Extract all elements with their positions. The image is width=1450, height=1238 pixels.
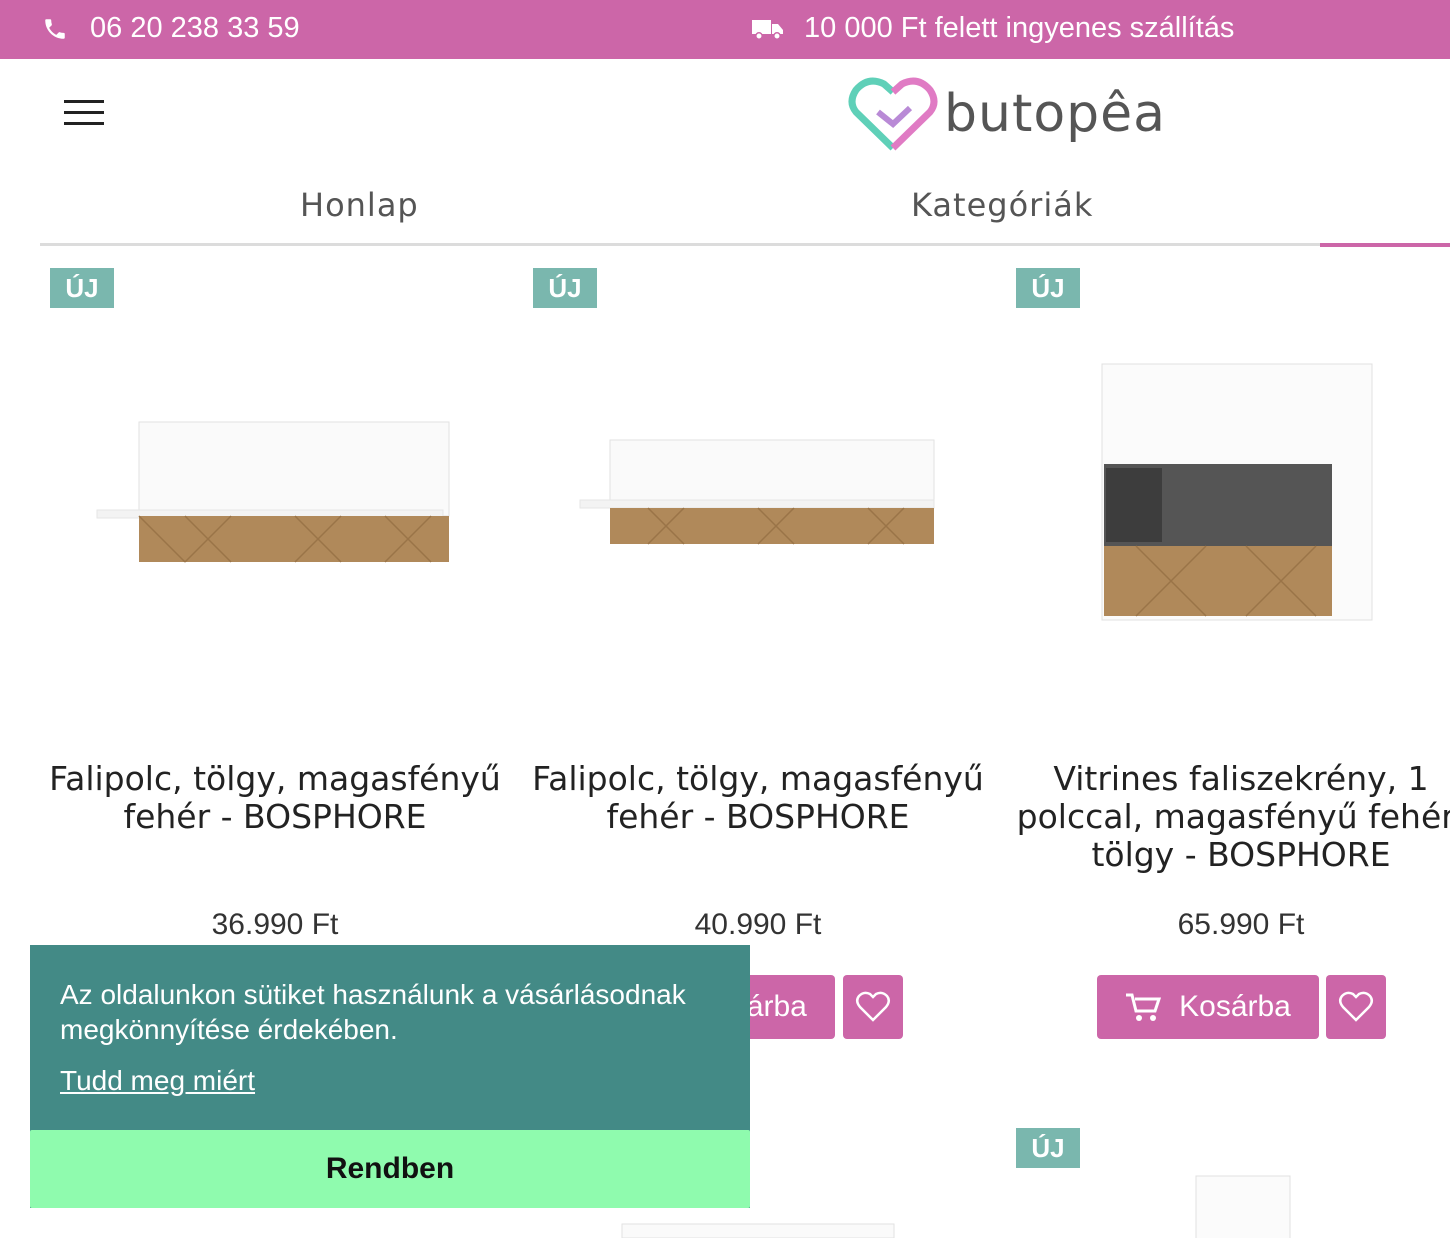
truck-icon	[752, 19, 783, 40]
tab-categories[interactable]: Kategóriák	[911, 186, 1093, 224]
tab-divider	[40, 243, 1450, 246]
tab-active-indicator	[1320, 243, 1450, 247]
product-price: 40.990 Ft	[694, 908, 822, 941]
product-price: 65.990 Ft	[1177, 908, 1305, 941]
product-card: ÚJ Falipolc, tölgy, magasfényű fehér - B…	[523, 268, 993, 1048]
new-badge: ÚJ	[50, 268, 114, 308]
hamburger-line	[64, 122, 104, 125]
product-image[interactable]	[1194, 1174, 1294, 1238]
tab-home[interactable]: Honlap	[300, 186, 419, 224]
logo[interactable]: butopêa	[848, 74, 1166, 154]
add-to-cart-button[interactable]: Kosárba	[1097, 975, 1319, 1039]
logo-text: butopêa	[944, 84, 1167, 144]
wishlist-button[interactable]	[1326, 975, 1386, 1039]
shipping-info: 10 000 Ft felett ingyenes szállítás	[752, 12, 1234, 45]
product-image[interactable]	[95, 418, 455, 578]
shipping-text: 10 000 Ft felett ingyenes szállítás	[804, 12, 1235, 44]
phone-contact[interactable]: 06 20 238 33 59	[42, 12, 300, 45]
phone-icon	[45, 18, 65, 39]
hamburger-line	[64, 111, 104, 114]
product-price: 36.990 Ft	[211, 908, 339, 941]
cookie-learn-more-link[interactable]: Tudd meg miért	[60, 1065, 255, 1097]
cookie-message: Az oldalunkon sütiket használunk a vásár…	[60, 979, 686, 1045]
hamburger-icon	[64, 100, 104, 103]
product-card: ÚJ Falipolc, tölgy, magasfényű fehér - B…	[40, 268, 510, 1048]
cart-icon	[1126, 993, 1162, 1021]
wishlist-button[interactable]	[843, 975, 903, 1039]
new-badge: ÚJ	[1016, 268, 1080, 308]
phone-number: 06 20 238 33 59	[90, 12, 300, 44]
nav-tabs: Honlap Kategóriák	[40, 168, 1450, 248]
product-name[interactable]: Vitrines faliszekrény, 1 polccal, magasf…	[1006, 760, 1450, 874]
cookie-accept-button[interactable]: Rendben	[30, 1130, 750, 1208]
product-name[interactable]: Falipolc, tölgy, magasfényű fehér - BOSP…	[40, 760, 510, 836]
cookie-banner: Az oldalunkon sütiket használunk a vásár…	[30, 945, 750, 1208]
heart-icon	[856, 991, 890, 1022]
menu-button[interactable]	[64, 100, 104, 126]
product-image[interactable]	[578, 436, 938, 556]
new-badge: ÚJ	[533, 268, 597, 308]
product-image[interactable]	[620, 1222, 896, 1238]
heart-logo-icon	[848, 77, 938, 151]
cart-label: Kosárba	[1179, 990, 1291, 1023]
product-card: ÚJ Vitrines faliszekrény, 1 polccal, mag…	[1006, 268, 1450, 1048]
product-name[interactable]: Falipolc, tölgy, magasfényű fehér - BOSP…	[523, 760, 993, 836]
new-badge: ÚJ	[1016, 1128, 1080, 1168]
product-card: ÚJ	[1006, 1128, 1450, 1238]
top-bar: 06 20 238 33 59 10 000 Ft felett ingyene…	[0, 0, 1450, 59]
product-image[interactable]	[1096, 360, 1386, 630]
heart-icon	[1339, 991, 1373, 1022]
